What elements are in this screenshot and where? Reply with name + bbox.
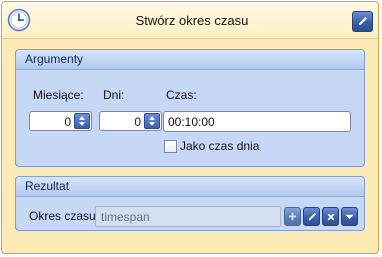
dialog-title: Stwórz okres czasu [135, 13, 249, 28]
clock-icon [7, 8, 31, 32]
pencil-icon [308, 212, 316, 220]
result-group-title: Rezultat [25, 179, 70, 193]
time-label: Czas: [166, 88, 197, 102]
clear-button[interactable] [322, 207, 339, 226]
add-button[interactable] [284, 207, 301, 226]
months-label: Miesiące: [33, 88, 84, 102]
arrow-up-icon [149, 116, 155, 120]
arguments-group-header: Argumenty [16, 50, 364, 70]
arguments-group-title: Argumenty [25, 52, 84, 66]
dialog-header: Stwórz okres czasu [2, 2, 378, 39]
result-group-header: Rezultat [16, 177, 364, 197]
days-value: 0 [134, 115, 141, 129]
days-spinner[interactable]: 0 [99, 111, 162, 131]
months-spinner[interactable]: 0 [29, 111, 92, 131]
arrow-up-icon [79, 116, 85, 120]
time-input[interactable] [163, 111, 351, 132]
edit-result-button[interactable] [303, 207, 320, 226]
time-of-day-label: Jako czas dnia [180, 139, 260, 153]
close-icon [327, 213, 334, 220]
chevron-down-icon [345, 214, 354, 219]
dropdown-button[interactable] [341, 207, 358, 226]
days-label: Dni: [103, 88, 125, 102]
timespan-label: Okres czasu: [29, 209, 100, 223]
result-group: Rezultat Okres czasu: timespan [15, 176, 365, 231]
plus-icon [288, 212, 297, 221]
months-value: 0 [64, 115, 71, 129]
months-spin-buttons[interactable] [74, 113, 90, 129]
days-spin-buttons[interactable] [144, 113, 160, 129]
arguments-group: Argumenty Miesiące: Dni: Czas: 0 0 Jako … [15, 49, 365, 167]
timespan-field[interactable]: timespan [95, 206, 281, 227]
time-of-day-checkbox[interactable] [164, 140, 177, 153]
dialog-window: Stwórz okres czasu Argumenty Miesiące: D… [1, 1, 379, 254]
pencil-icon [358, 17, 367, 26]
arrow-down-icon [149, 122, 155, 126]
arrow-down-icon [79, 122, 85, 126]
edit-button[interactable] [352, 11, 373, 32]
